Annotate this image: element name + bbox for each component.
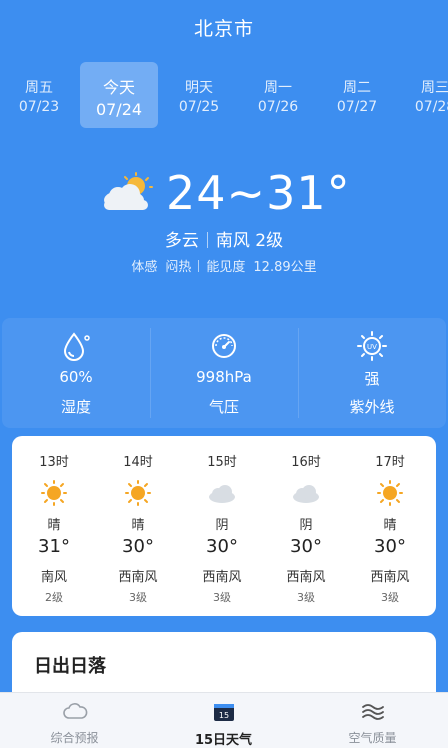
feels-label: 体感: [131, 260, 158, 275]
stat-humidity: 60% 湿度: [2, 318, 150, 428]
hour-condition: 阴: [215, 518, 229, 533]
hour-wind-level: 3级: [213, 591, 231, 604]
day-name: 明天: [185, 80, 213, 96]
svg-text:UV: UV: [367, 343, 377, 351]
hour-wind-level: 3级: [129, 591, 147, 604]
hour-wind: 南风: [40, 570, 67, 585]
hour-temp: 31°: [38, 536, 70, 557]
cloud-outline-icon: [63, 703, 88, 719]
hour-temp: 30°: [290, 536, 322, 557]
condition-line: 多云 南风 2级: [0, 226, 448, 251]
day-tab-mon[interactable]: 周一 07/26: [239, 62, 317, 128]
hour-temp: 30°: [374, 536, 406, 557]
uv-label: 紫外线: [349, 398, 395, 416]
day-name: 周三: [421, 80, 448, 96]
stats-panel: 60% 湿度 998hPa 气压 UV 强 紫外线: [2, 318, 446, 428]
sunrise-sunset-title: 日出日落: [34, 656, 106, 677]
tab-label: 15日天气: [194, 733, 253, 748]
wind-waves-icon: [362, 704, 384, 720]
tab-overview[interactable]: 综合预报: [0, 693, 149, 748]
pressure-value: 998hPa: [196, 368, 252, 386]
tab-label: 综合预报: [50, 731, 99, 745]
hour-wind-level: 3级: [381, 591, 399, 604]
hourly-item: 13时 晴 31° 南风 2级: [12, 436, 96, 616]
day-tab-today[interactable]: 今天 07/24: [80, 62, 158, 128]
hour-condition: 晴: [131, 518, 145, 533]
sun-icon: [125, 480, 151, 506]
day-tab-tue[interactable]: 周二 07/27: [318, 62, 396, 128]
svg-text:15: 15: [219, 711, 229, 720]
hour-condition: 晴: [383, 518, 397, 533]
current-weather: 24~31° 多云 南风 2级 体感 闷热 能见度 12.89公里: [0, 166, 448, 278]
day-selector: 周五 07/23 今天 07/24 明天 07/25 周一 07/26 周二 0…: [0, 62, 448, 128]
hour-temp: 30°: [206, 536, 238, 557]
day-tab-wed[interactable]: 周三 07/28: [396, 62, 448, 128]
hourly-item: 14时 晴 30° 西南风 3级: [96, 436, 180, 616]
pressure-label: 气压: [208, 398, 239, 416]
hour-time: 16时: [291, 455, 321, 470]
tab-air-quality[interactable]: 空气质量: [298, 693, 447, 748]
day-date: 07/25: [178, 99, 220, 115]
hourly-item: 15时 阴 30° 西南风 3级: [180, 436, 264, 616]
city-title[interactable]: 北京市: [0, 14, 448, 41]
bottom-tab-bar: 综合预报 15 15日天气 空气质量: [0, 692, 448, 748]
hourly-item: 17时 晴 30° 西南风 3级: [348, 436, 432, 616]
sun-icon: [41, 480, 67, 506]
hour-time: 14时: [123, 455, 153, 470]
day-date: 07/27: [336, 99, 378, 115]
visibility-label: 能见度: [206, 260, 246, 275]
humidity-icon: [63, 332, 90, 361]
hour-wind: 西南风: [202, 570, 242, 585]
cloud-icon: [293, 485, 319, 503]
pressure-gauge-icon: [212, 334, 236, 358]
hour-wind: 西南风: [370, 570, 410, 585]
stat-pressure: 998hPa 气压: [150, 318, 298, 428]
day-date: 07/24: [95, 100, 143, 119]
hour-time: 15时: [207, 455, 237, 470]
hour-condition: 晴: [47, 518, 61, 533]
divider: [206, 232, 208, 248]
humidity-label: 湿度: [60, 398, 91, 416]
cloud-icon: [209, 485, 235, 503]
day-tab-fri[interactable]: 周五 07/23: [0, 62, 78, 128]
hourly-forecast-card[interactable]: 13时 晴 31° 南风 2级 14时 晴 30° 西南风 3级 15时 阴 3…: [12, 436, 436, 616]
day-name: 今天: [102, 78, 135, 97]
sun-icon: [377, 480, 403, 506]
hour-condition: 阴: [299, 518, 313, 533]
day-date: 07/26: [257, 99, 299, 115]
temperature-range: 24~31°: [166, 166, 351, 220]
hour-time: 13时: [39, 455, 69, 470]
day-date: 07/28: [414, 99, 448, 115]
day-date: 07/23: [18, 99, 60, 115]
divider: [198, 260, 200, 272]
humidity-value: 60%: [59, 368, 93, 386]
tab-15day[interactable]: 15 15日天气: [149, 693, 298, 748]
uv-value: 强: [364, 370, 380, 388]
uv-icon: UV: [357, 331, 387, 361]
hour-time: 17时: [375, 455, 405, 470]
visibility-value: 12.89公里: [253, 260, 317, 275]
day-name: 周二: [343, 80, 371, 96]
day-name: 周五: [25, 80, 53, 96]
hour-wind: 西南风: [118, 570, 158, 585]
hourly-item: 16时 阴 30° 西南风 3级: [264, 436, 348, 616]
hour-temp: 30°: [122, 536, 154, 557]
day-tab-tomorrow[interactable]: 明天 07/25: [160, 62, 238, 128]
calendar-15-icon: 15: [214, 704, 234, 721]
partly-cloudy-icon: [104, 172, 153, 210]
wind-text: 南风 2级: [215, 231, 284, 251]
stat-uv: UV 强 紫外线: [298, 318, 446, 428]
condition-text: 多云: [164, 231, 199, 251]
feels-value: 闷热: [165, 260, 192, 275]
tab-label: 空气质量: [348, 731, 397, 745]
detail-line: 体感 闷热 能见度 12.89公里: [0, 256, 448, 275]
hour-wind: 西南风: [286, 570, 326, 585]
hour-wind-level: 3级: [297, 591, 315, 604]
day-name: 周一: [264, 80, 292, 96]
hour-wind-level: 2级: [45, 591, 63, 604]
